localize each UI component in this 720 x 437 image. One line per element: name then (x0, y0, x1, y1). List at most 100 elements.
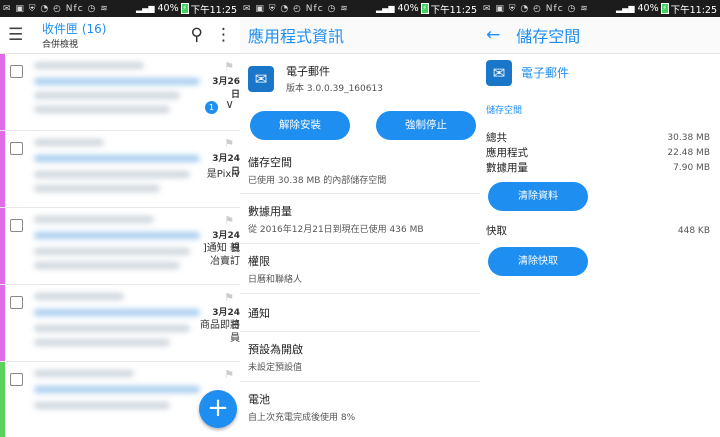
total-row: 總共 30.38 MB (480, 130, 720, 145)
notification-icons: ✉ ▣ ⛨ ◔ ◴ Nfc ◷ ≋ (483, 3, 589, 14)
app-size-label: 應用程式 (486, 147, 528, 159)
app-version: 版本 3.0.0.39_160613 (286, 84, 383, 94)
blurred-sender (34, 216, 154, 223)
thread-count-badge: 1 (205, 101, 218, 114)
app-header: ✉ 電子郵件 (480, 54, 720, 91)
mail-checkbox[interactable] (10, 373, 23, 386)
mail-date: 3月26日 (212, 77, 240, 100)
unread-count: (16) (81, 22, 107, 36)
signal-icon: ▂▄▆ (136, 4, 155, 13)
folder-name: 收件匣 (42, 22, 79, 36)
blurred-preview (34, 402, 170, 409)
uninstall-button[interactable]: 解除安裝 (250, 110, 350, 140)
mail-snippet: 是Pixiv (206, 169, 240, 180)
row-subtitle: 已使用 30.38 MB 的內部儲存空間 (248, 176, 387, 186)
app-size-value: 22.48 MB (667, 147, 710, 158)
data-size-value: 7.90 MB (673, 162, 710, 173)
app-name: 電子郵件 (286, 65, 330, 78)
blurred-subject (34, 309, 200, 316)
account-color-stripe (0, 362, 5, 437)
signal-icon: ▂▄▆ (376, 4, 395, 13)
inbox-toolbar: ☰ 收件匣 (16) 合併檢視 ⚲ ⋮ (0, 17, 240, 54)
menu-icon[interactable]: ☰ (8, 25, 23, 45)
compose-button[interactable]: + (199, 390, 237, 428)
data-usage-row[interactable]: 數據用量 從 2016年12月21日到現在已使用 436 MB (240, 194, 480, 244)
flag-icon[interactable]: ⚑ (224, 368, 234, 381)
page-title: 儲存空間 (516, 27, 581, 46)
total-value: 30.38 MB (667, 132, 710, 143)
row-title: 預設為開啟 (248, 342, 303, 356)
storage-toolbar: ← 儲存空間 (480, 17, 720, 54)
blurred-preview (34, 339, 170, 346)
blurred-sender (34, 62, 144, 69)
mail-checkbox[interactable] (10, 219, 23, 232)
status-bar: ✉ ▣ ⛨ ◔ ◴ Nfc ◷ ≋ ▂▄▆ 40% ⚡ 下午11:25 (240, 0, 480, 17)
blurred-sender (34, 370, 134, 377)
row-title: 通知 (248, 306, 270, 320)
row-subtitle: 從 2016年12月21日到現在已使用 436 MB (248, 224, 424, 235)
blurred-subject (34, 155, 200, 162)
clock: 下午11:25 (190, 4, 237, 16)
flag-icon[interactable]: ⚑ (224, 214, 234, 227)
open-by-default-row[interactable]: 預設為開啟 未設定預設值 (240, 332, 480, 382)
email-app-icon: ✉ (486, 59, 512, 86)
data-size-label: 數據用量 (486, 162, 528, 174)
battery-icon: ⚡ (660, 3, 669, 14)
row-title: 電池 (248, 393, 270, 406)
mail-checkbox[interactable] (10, 296, 23, 309)
account-color-stripe (0, 54, 5, 130)
blurred-preview (34, 92, 180, 99)
blurred-preview (34, 185, 160, 192)
mail-snippet: ]通知 親 冶賣訂 (202, 243, 240, 267)
mail-item[interactable]: ⚑ 3月24日 ]通知 親 冶賣訂 (0, 208, 240, 285)
account-color-stripe (0, 208, 5, 284)
action-buttons: 解除安裝 強制停止 (240, 103, 480, 147)
blurred-sender (34, 139, 104, 146)
blurred-subject (34, 78, 200, 85)
signal-icon: ▂▄▆ (616, 4, 635, 13)
storage-row[interactable]: 儲存空間 已使用 30.38 MB 的內部儲存空間 (240, 147, 480, 194)
storage-panel: ✉ ▣ ⛨ ◔ ◴ Nfc ◷ ≋ ▂▄▆ 40% ⚡ 下午11:25 ← 儲存… (480, 0, 720, 437)
mail-item[interactable]: ⚑ 3月26日 1 ∨ (0, 54, 240, 131)
inbox-title[interactable]: 收件匣 (16) 合併檢視 (42, 20, 179, 50)
account-color-stripe (0, 285, 5, 361)
chevron-down-icon[interactable]: ∨ (225, 97, 234, 111)
row-subtitle: 日曆和聯絡人 (248, 274, 303, 285)
blurred-preview (34, 106, 170, 113)
inbox-panel: ✉ ▣ ⛨ ◔ ◴ Nfc ◷ ≋ ▂▄▆ 40% ⚡ 下午11:25 ☰ 收件… (0, 0, 240, 437)
blurred-subject (34, 232, 200, 239)
clock: 下午11:25 (670, 4, 717, 16)
blurred-preview (34, 325, 190, 332)
battery-percent: 40% (397, 3, 419, 14)
battery-row[interactable]: 電池 自上次充電完成後使用 8% (240, 382, 480, 432)
more-options-icon[interactable]: ⋮ (215, 25, 232, 45)
blurred-preview (34, 171, 190, 178)
cache-value: 448 KB (677, 225, 710, 236)
app-size-row: 應用程式 22.48 MB (480, 145, 720, 160)
back-arrow-icon[interactable]: ← (486, 25, 500, 45)
notification-icons: ✉ ▣ ⛨ ◔ ◴ Nfc ◷ ≋ (243, 3, 349, 14)
flag-icon[interactable]: ⚑ (224, 291, 234, 304)
mail-item[interactable]: ⚑ 3月24日 是Pixiv (0, 131, 240, 208)
app-header: ✉ 電子郵件 版本 3.0.0.39_160613 (240, 54, 480, 103)
clear-data-button[interactable]: 清除資料 (488, 182, 588, 211)
row-title: 權限 (248, 254, 270, 268)
blurred-preview (34, 262, 180, 269)
clear-cache-button[interactable]: 清除快取 (488, 247, 588, 276)
battery-icon: ⚡ (420, 3, 429, 14)
section-header: 儲存空間 (486, 106, 523, 116)
mail-checkbox[interactable] (10, 65, 23, 78)
blurred-preview (34, 248, 190, 255)
status-bar: ✉ ▣ ⛨ ◔ ◴ Nfc ◷ ≋ ▂▄▆ 40% ⚡ 下午11:25 (480, 0, 720, 17)
mail-checkbox[interactable] (10, 142, 23, 155)
view-subtitle: 合併檢視 (42, 40, 79, 50)
search-icon[interactable]: ⚲ (191, 25, 203, 45)
flag-icon[interactable]: ⚑ (224, 60, 234, 73)
row-title: 數據用量 (248, 204, 292, 218)
flag-icon[interactable]: ⚑ (224, 137, 234, 150)
notifications-row[interactable]: 通知 (240, 294, 480, 332)
force-stop-button[interactable]: 強制停止 (376, 110, 476, 140)
mail-item[interactable]: ⚑ 3月24日 商品即將 員 (0, 285, 240, 362)
permissions-row[interactable]: 權限 日曆和聯絡人 (240, 244, 480, 294)
battery-percent: 40% (157, 3, 179, 14)
